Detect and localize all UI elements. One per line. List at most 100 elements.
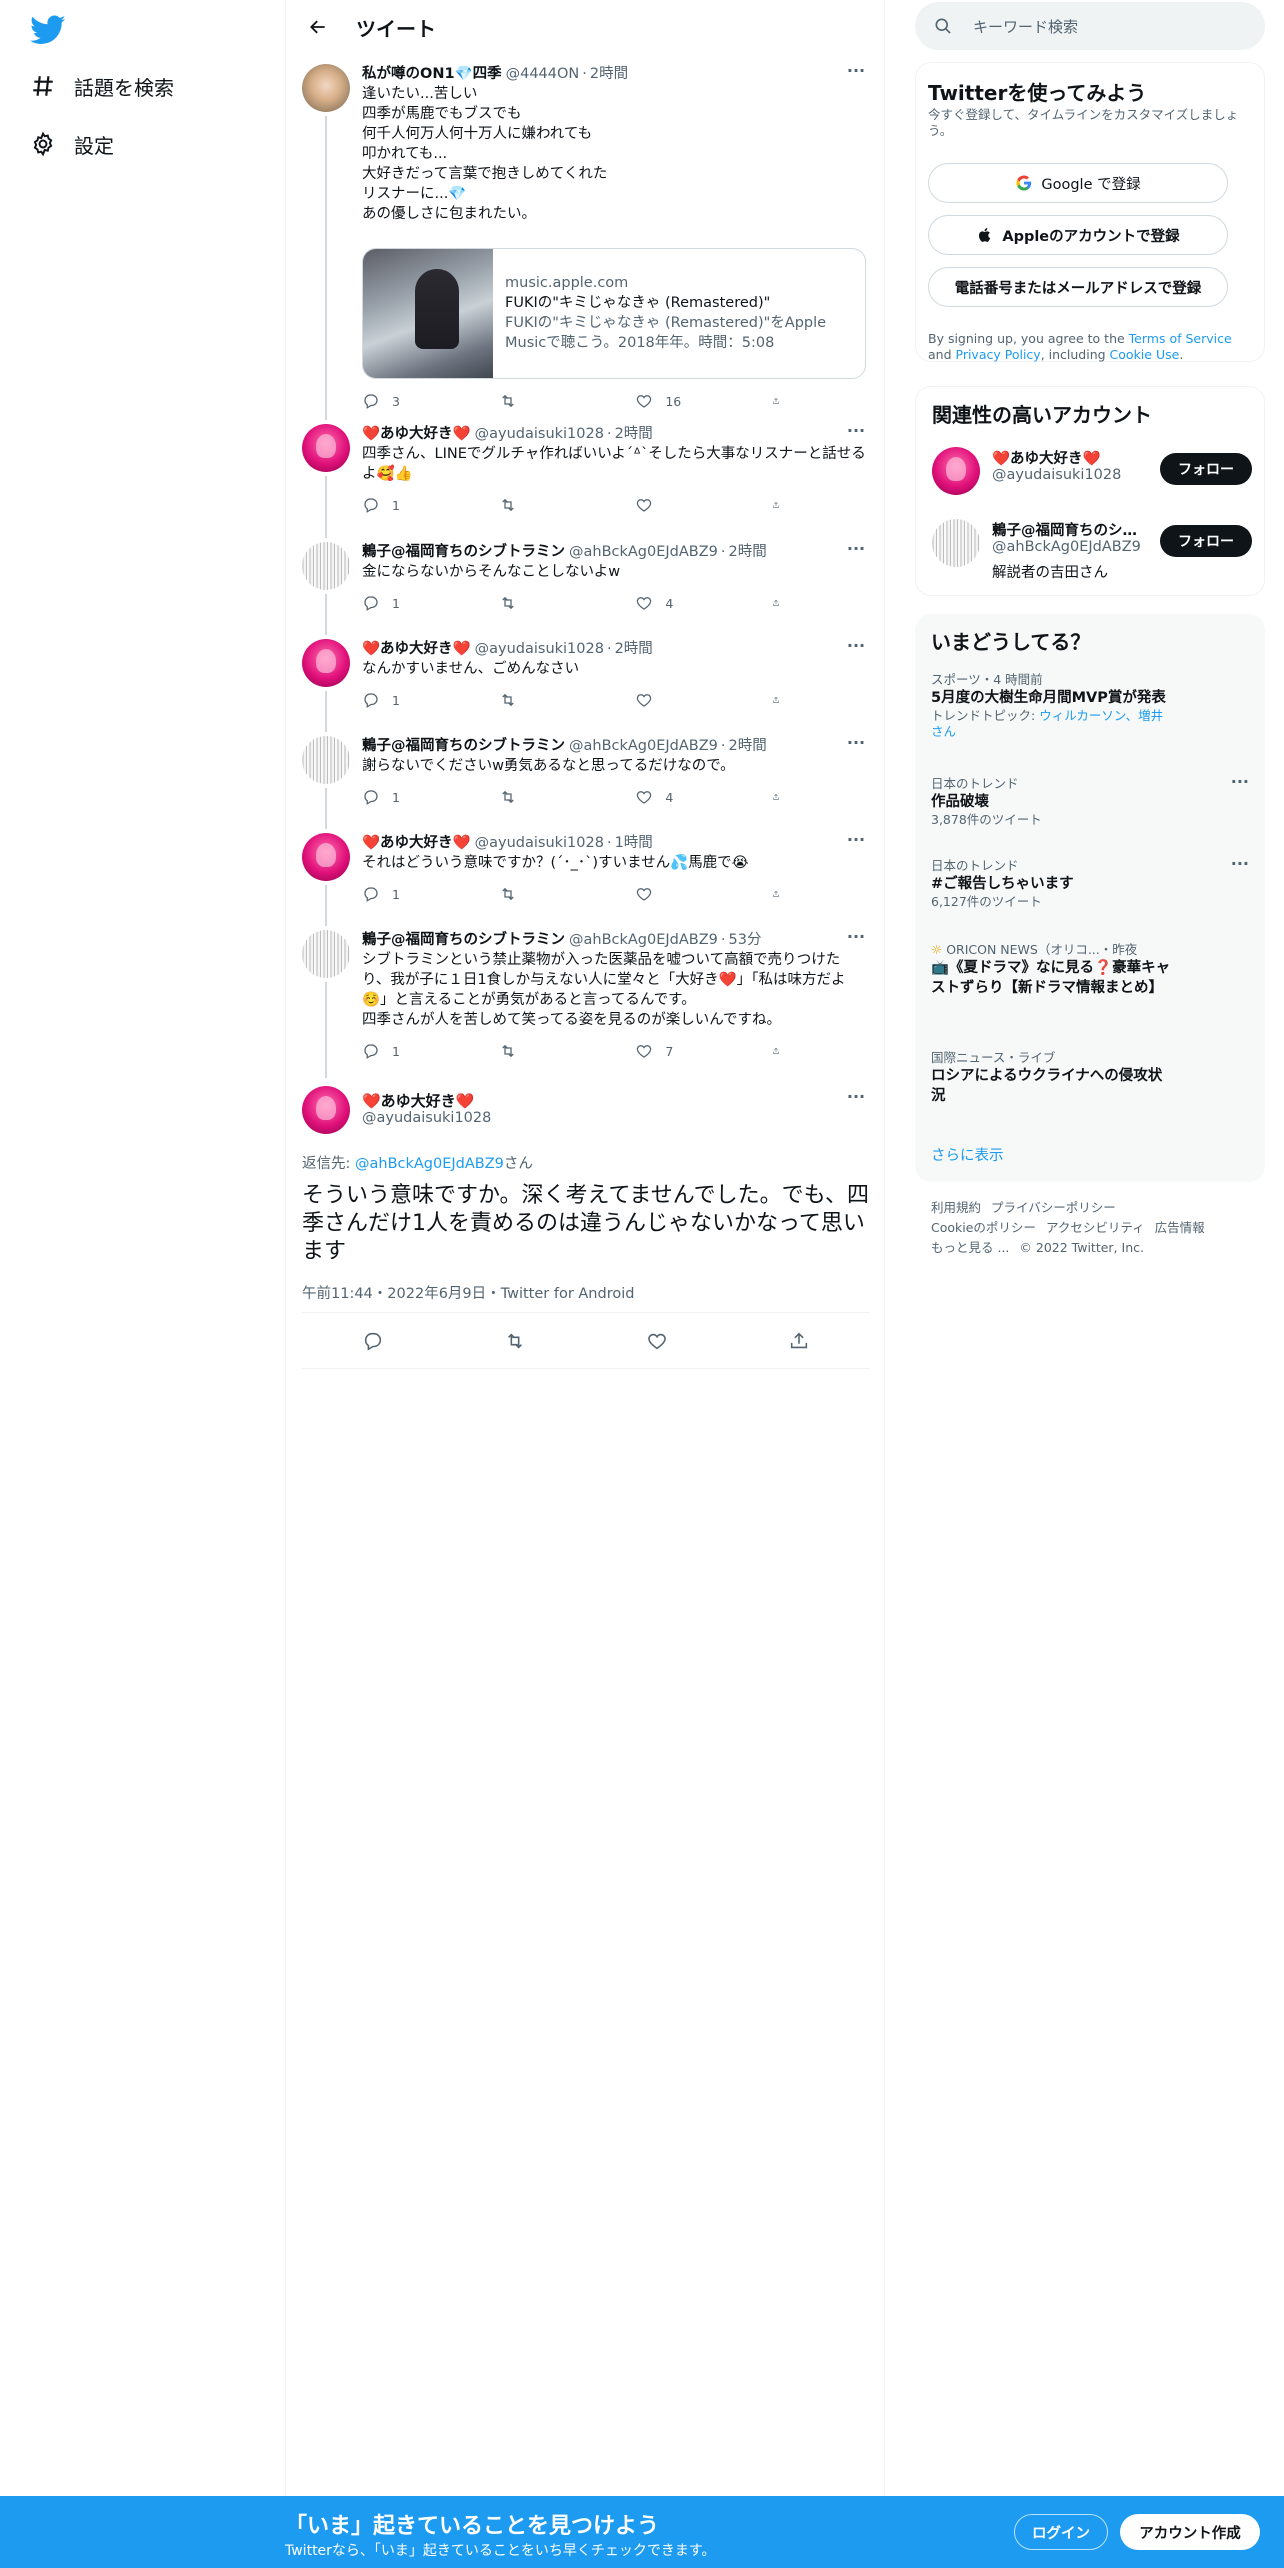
trend-item[interactable]: ☼ ORICON NEWS（オリコ...・昨夜 📺《夏ドラマ》なに見る❓豪華キャ…: [931, 942, 1249, 998]
tweet-2[interactable]: 鶫子@福岡育ちのシブトラミン @ahBckAg0EJdABZ9 · 2時間 ··· 金にな…: [286, 528, 886, 628]
like-button[interactable]: 4: [635, 786, 725, 808]
avatar[interactable]: [302, 833, 350, 881]
avatar[interactable]: [302, 1086, 350, 1134]
share-button[interactable]: [772, 494, 792, 516]
more-icon[interactable]: ···: [846, 638, 866, 659]
search-input[interactable]: キーワード検索: [973, 16, 1078, 37]
share-icon[interactable]: [788, 1330, 810, 1352]
retweet-icon[interactable]: [504, 1330, 526, 1352]
footer-ads-link[interactable]: 広告情報: [1155, 1220, 1205, 1235]
tweet-time[interactable]: 2時間: [590, 64, 628, 84]
more-icon[interactable]: ···: [846, 423, 866, 444]
account-name[interactable]: 鶫子@福岡育ちのシブトラミン: [992, 519, 1142, 540]
retweet-button[interactable]: [499, 592, 589, 614]
tweet-author-name[interactable]: ❤️あゆ大好き❤️: [362, 833, 471, 853]
avatar[interactable]: [302, 736, 350, 784]
reply-icon[interactable]: [362, 1330, 384, 1352]
twitter-logo-icon[interactable]: [30, 12, 66, 48]
tweet-author-name[interactable]: ❤️あゆ大好き❤️: [362, 639, 471, 659]
tweet-author-handle[interactable]: @4444ON: [506, 64, 580, 84]
tweet-author-name[interactable]: ❤️あゆ大好き❤️: [362, 1090, 474, 1111]
tweet-author-name[interactable]: 鶫子@福岡育ちのシブトラミン: [362, 542, 565, 562]
tweet-time[interactable]: 2時間: [729, 736, 767, 756]
tweet-time[interactable]: 1時間: [615, 833, 653, 853]
retweet-button[interactable]: [499, 689, 589, 711]
avatar[interactable]: [302, 64, 350, 112]
tweet-6[interactable]: 鶫子@福岡育ちのシブトラミン @ahBckAg0EJdABZ9 · 53分 ··· シブト…: [286, 916, 886, 1078]
like-button[interactable]: 4: [635, 592, 725, 614]
footer-more-link[interactable]: もっと見る ...: [931, 1240, 1009, 1255]
related-account[interactable]: 鶫子@福岡育ちのシブトラミン @ahBckAg0EJdABZ9 解説者の吉田さん…: [932, 519, 1252, 581]
tweet-3[interactable]: ❤️あゆ大好き❤️ @ayudaisuki1028 · 2時間 ··· なんかすいません、…: [286, 625, 886, 725]
tweet-author-name[interactable]: 鶫子@福岡育ちのシブトラミン: [362, 930, 565, 950]
like-button[interactable]: 7: [635, 1040, 725, 1062]
share-button[interactable]: [772, 883, 792, 905]
apple-signup-button[interactable]: Appleのアカウントで登録: [928, 215, 1228, 255]
trend-item[interactable]: 日本のトレンド #ご報告しちゃいます 6,127件のツイート ···: [931, 856, 1249, 910]
like-button[interactable]: [635, 883, 725, 905]
share-button[interactable]: [772, 1040, 792, 1062]
retweet-button[interactable]: [499, 494, 589, 516]
back-button[interactable]: [302, 11, 334, 43]
share-button[interactable]: [772, 390, 792, 412]
privacy-link[interactable]: Privacy Policy: [956, 347, 1041, 362]
tweet-author-handle[interactable]: @ahBckAg0EJdABZ9: [569, 930, 718, 950]
footer-terms-link[interactable]: 利用規約: [931, 1200, 981, 1215]
avatar[interactable]: [302, 639, 350, 687]
tweet-time[interactable]: 2時間: [615, 424, 653, 444]
reply-mention-link[interactable]: @ahBckAg0EJdABZ9: [355, 1156, 504, 1172]
link-card[interactable]: music.apple.com FUKIの"キミじゃなきゃ (Remastere…: [362, 248, 866, 379]
account-name[interactable]: ❤️あゆ大好き❤️: [992, 447, 1142, 468]
more-icon[interactable]: ···: [846, 735, 866, 756]
avatar[interactable]: [932, 519, 980, 567]
terms-link[interactable]: Terms of Service: [1129, 331, 1232, 346]
retweet-button[interactable]: [499, 883, 589, 905]
like-button[interactable]: [635, 689, 725, 711]
search-bar[interactable]: キーワード検索: [915, 2, 1265, 50]
reply-button[interactable]: 1: [362, 786, 452, 808]
more-icon[interactable]: ···: [1231, 774, 1249, 790]
retweet-button[interactable]: [499, 1040, 589, 1062]
tweet-4[interactable]: 鶫子@福岡育ちのシブトラミン @ahBckAg0EJdABZ9 · 2時間 ··· 謝らな…: [286, 722, 886, 822]
more-icon[interactable]: ···: [846, 832, 866, 853]
tweet-0[interactable]: 私が噂のON1💎四季 @4444ON · 2時間 ··· 逢いたい...苦しい …: [286, 62, 886, 410]
tweet-time[interactable]: 2時間: [729, 542, 767, 562]
login-button[interactable]: ログイン: [1014, 2514, 1108, 2550]
tweet-timestamp[interactable]: 午前11:44・2022年6月9日・Twitter for Android: [302, 1282, 634, 1303]
more-icon[interactable]: ···: [846, 63, 866, 84]
reply-button[interactable]: 3: [362, 390, 452, 412]
more-icon[interactable]: ···: [1231, 856, 1249, 872]
like-button[interactable]: [635, 494, 725, 516]
tweet-time[interactable]: 53分: [729, 930, 762, 950]
nav-settings[interactable]: 設定: [30, 124, 114, 164]
cookie-link[interactable]: Cookie Use: [1110, 347, 1180, 362]
reply-button[interactable]: 1: [362, 494, 452, 516]
follow-button[interactable]: フォロー: [1160, 525, 1252, 557]
tweet-author-handle[interactable]: @ahBckAg0EJdABZ9: [569, 736, 718, 756]
footer-privacy-link[interactable]: プライバシーポリシー: [991, 1200, 1116, 1215]
tweet-time[interactable]: 2時間: [615, 639, 653, 659]
share-button[interactable]: [772, 592, 792, 614]
footer-accessibility-link[interactable]: アクセシビリティ: [1046, 1220, 1145, 1235]
avatar[interactable]: [302, 542, 350, 590]
retweet-button[interactable]: [499, 390, 589, 412]
tweet-author-handle[interactable]: @ayudaisuki1028: [475, 639, 604, 659]
google-signup-button[interactable]: Google で登録: [928, 163, 1228, 203]
trend-item[interactable]: スポーツ・4 時間前 5月度の大樹生命月間MVP賞が発表 トレンドトピック: ウ…: [931, 672, 1249, 740]
like-button[interactable]: 16: [635, 390, 725, 412]
signup-button[interactable]: アカウント作成: [1120, 2514, 1260, 2550]
tweet-author-handle[interactable]: @ayudaisuki1028: [475, 833, 604, 853]
share-button[interactable]: [772, 786, 792, 808]
reply-button[interactable]: 1: [362, 883, 452, 905]
reply-button[interactable]: 1: [362, 1040, 452, 1062]
reply-button[interactable]: 1: [362, 592, 452, 614]
trend-item[interactable]: 日本のトレンド 作品破壊 3,878件のツイート ···: [931, 774, 1249, 828]
avatar[interactable]: [302, 930, 350, 978]
more-icon[interactable]: ···: [846, 929, 866, 950]
follow-button[interactable]: フォロー: [1160, 453, 1252, 485]
tweet-1[interactable]: ❤️あゆ大好き❤️ @ayudaisuki1028 · 2時間 ··· 四季さん、LINE…: [286, 410, 886, 530]
tweet-author-name[interactable]: ❤️あゆ大好き❤️: [362, 424, 471, 444]
trend-item[interactable]: 国際ニュース・ライブ ロシアによるウクライナへの侵攻状況: [931, 1050, 1249, 1106]
tweet-author-handle[interactable]: @ahBckAg0EJdABZ9: [569, 542, 718, 562]
like-icon[interactable]: [646, 1330, 668, 1352]
